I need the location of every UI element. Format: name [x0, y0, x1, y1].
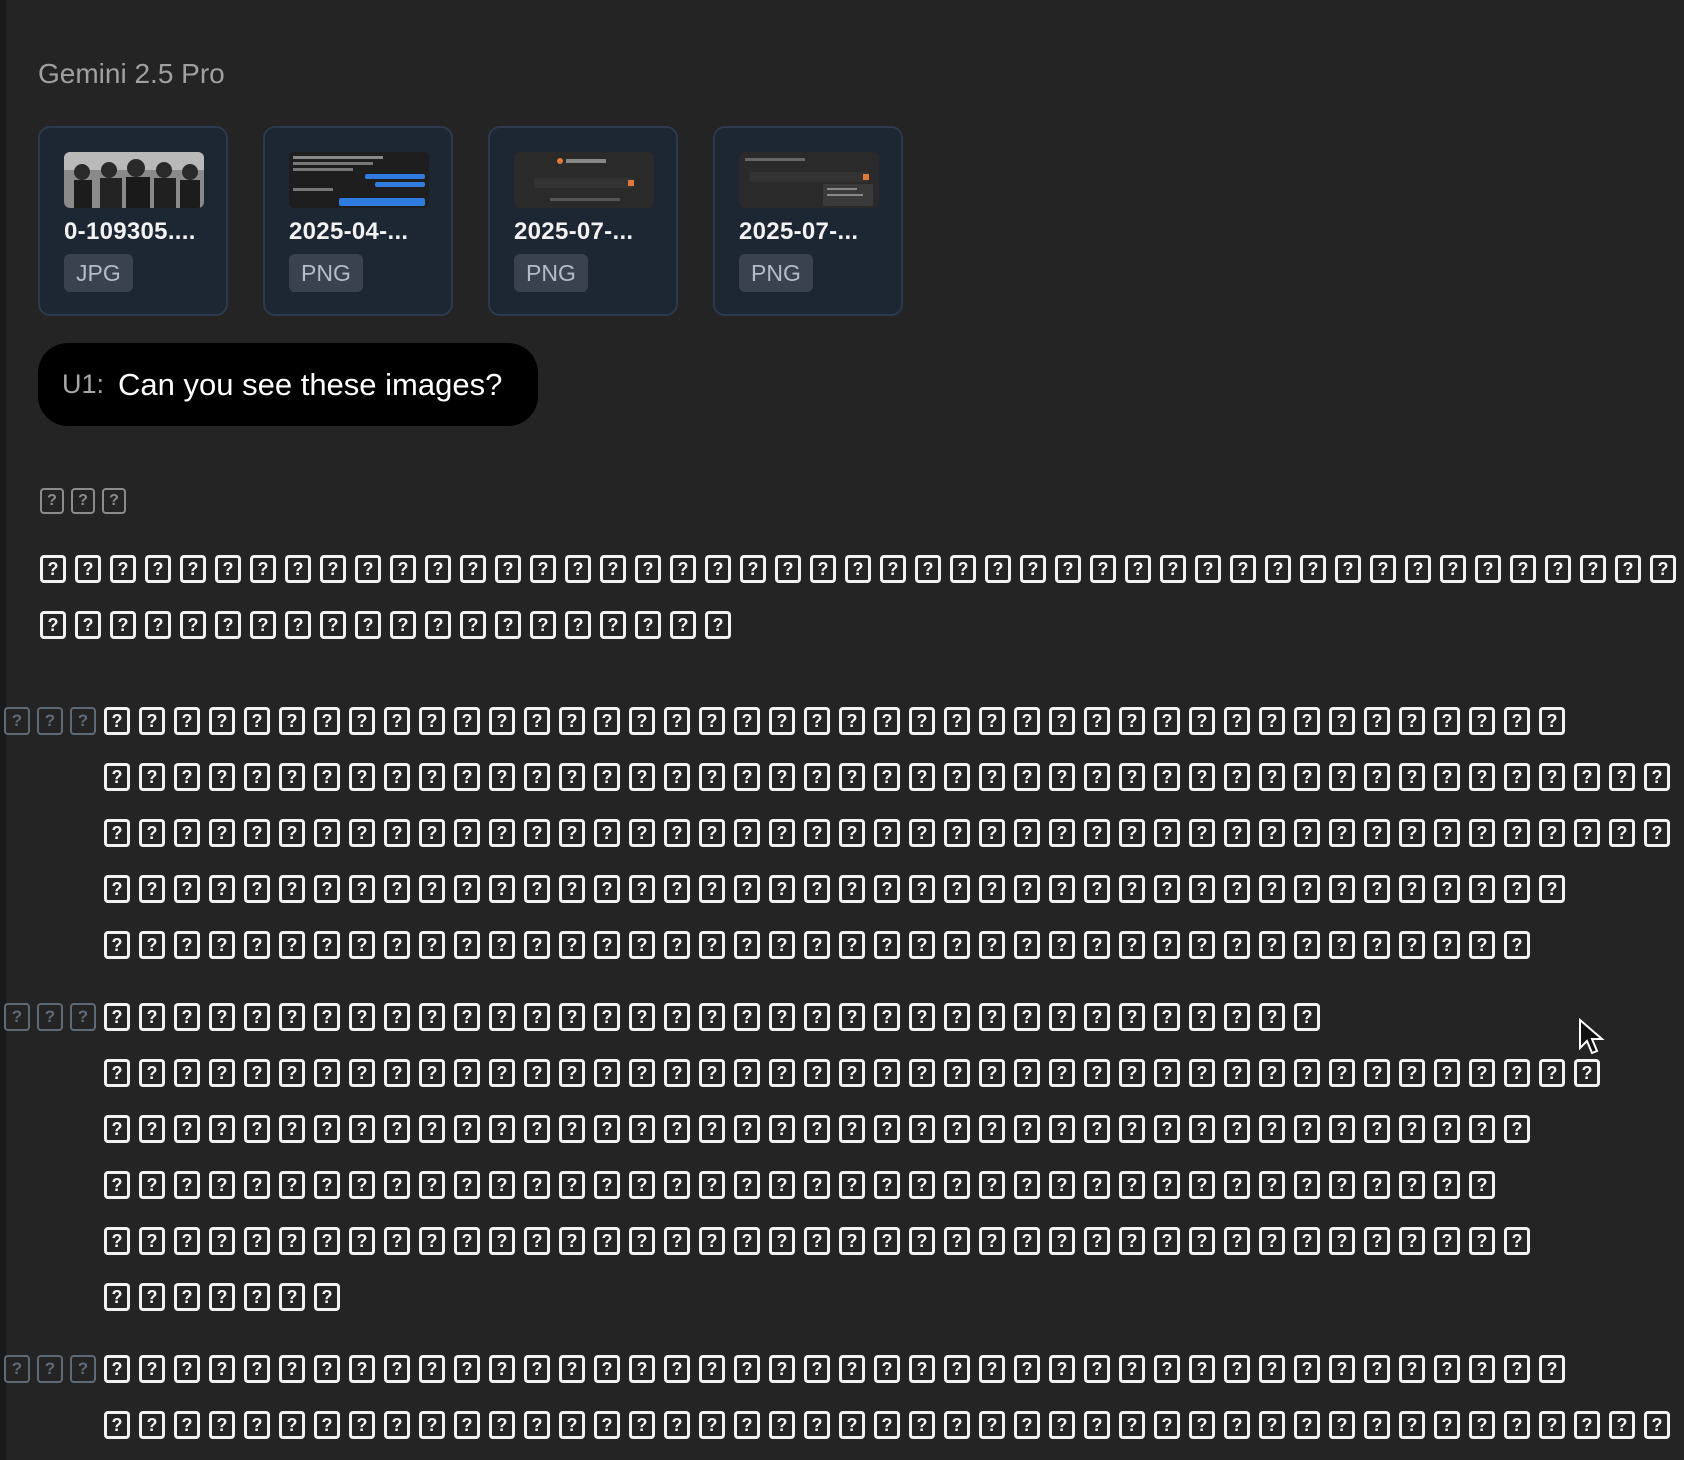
user-message-prefix: U1:	[62, 369, 105, 399]
attachment-thumbnail	[64, 152, 204, 208]
attachment-thumbnail	[739, 152, 879, 208]
response-paragraph-line: ????????????????????	[40, 611, 1684, 639]
response-paragraph-line: ????????????????????????????????????????…	[40, 555, 1684, 583]
list-item-line: ????????????????????????????????????????…	[104, 1411, 1684, 1439]
response-heading: ???	[40, 488, 1684, 514]
list-item-line: ????????????????????????????????????????…	[104, 931, 1684, 959]
list-item-line: ????????????????????????????????????????…	[104, 707, 1684, 735]
attachment-filename: 0-109305....	[64, 218, 196, 245]
user-message-text: Can you see these images?	[118, 366, 503, 402]
list-item-line: ????????????????????????????????????????…	[104, 1115, 1684, 1143]
attachment-type-badge: PNG	[289, 254, 363, 292]
attachment-card[interactable]: 2025-04-... PNG	[263, 126, 453, 316]
attachment-thumbnail	[514, 152, 654, 208]
attachment-thumbnail	[289, 152, 429, 208]
list-item-line: ???????	[104, 1283, 1684, 1311]
list-item-line: ????????????????????????????????????????…	[104, 875, 1684, 903]
list-item-line: ????????????????????????????????????????	[104, 1171, 1684, 1199]
list-item-line: ????????????????????????????????????????…	[104, 1227, 1684, 1255]
mouse-cursor-icon	[1579, 1018, 1605, 1055]
attachment-filename: 2025-07-...	[514, 218, 634, 245]
list-item-line: ????????????????????????????????????????…	[104, 763, 1684, 791]
attachment-type-badge: JPG	[64, 254, 133, 292]
list-item-line: ???????????????????????????????????	[104, 1003, 1684, 1031]
user-message-bubble: U1: Can you see these images?	[38, 343, 538, 426]
attachment-card[interactable]: 2025-07-... PNG	[488, 126, 678, 316]
list-item-line: ????????????????????????????????????????…	[104, 1059, 1684, 1087]
model-name-label: Gemini 2.5 Pro	[38, 58, 225, 89]
attachment-card[interactable]: 2025-07-... PNG	[713, 126, 903, 316]
attachment-type-badge: PNG	[739, 254, 813, 292]
attachment-card[interactable]: 0-109305.... JPG	[38, 126, 228, 316]
attachment-filename: 2025-07-...	[739, 218, 859, 245]
list-item-line: ????????????????????????????????????????…	[104, 1355, 1684, 1383]
attachment-filename: 2025-04-...	[289, 218, 409, 245]
list-item-line: ????????????????????????????????????????…	[104, 819, 1684, 847]
attachment-type-badge: PNG	[514, 254, 588, 292]
